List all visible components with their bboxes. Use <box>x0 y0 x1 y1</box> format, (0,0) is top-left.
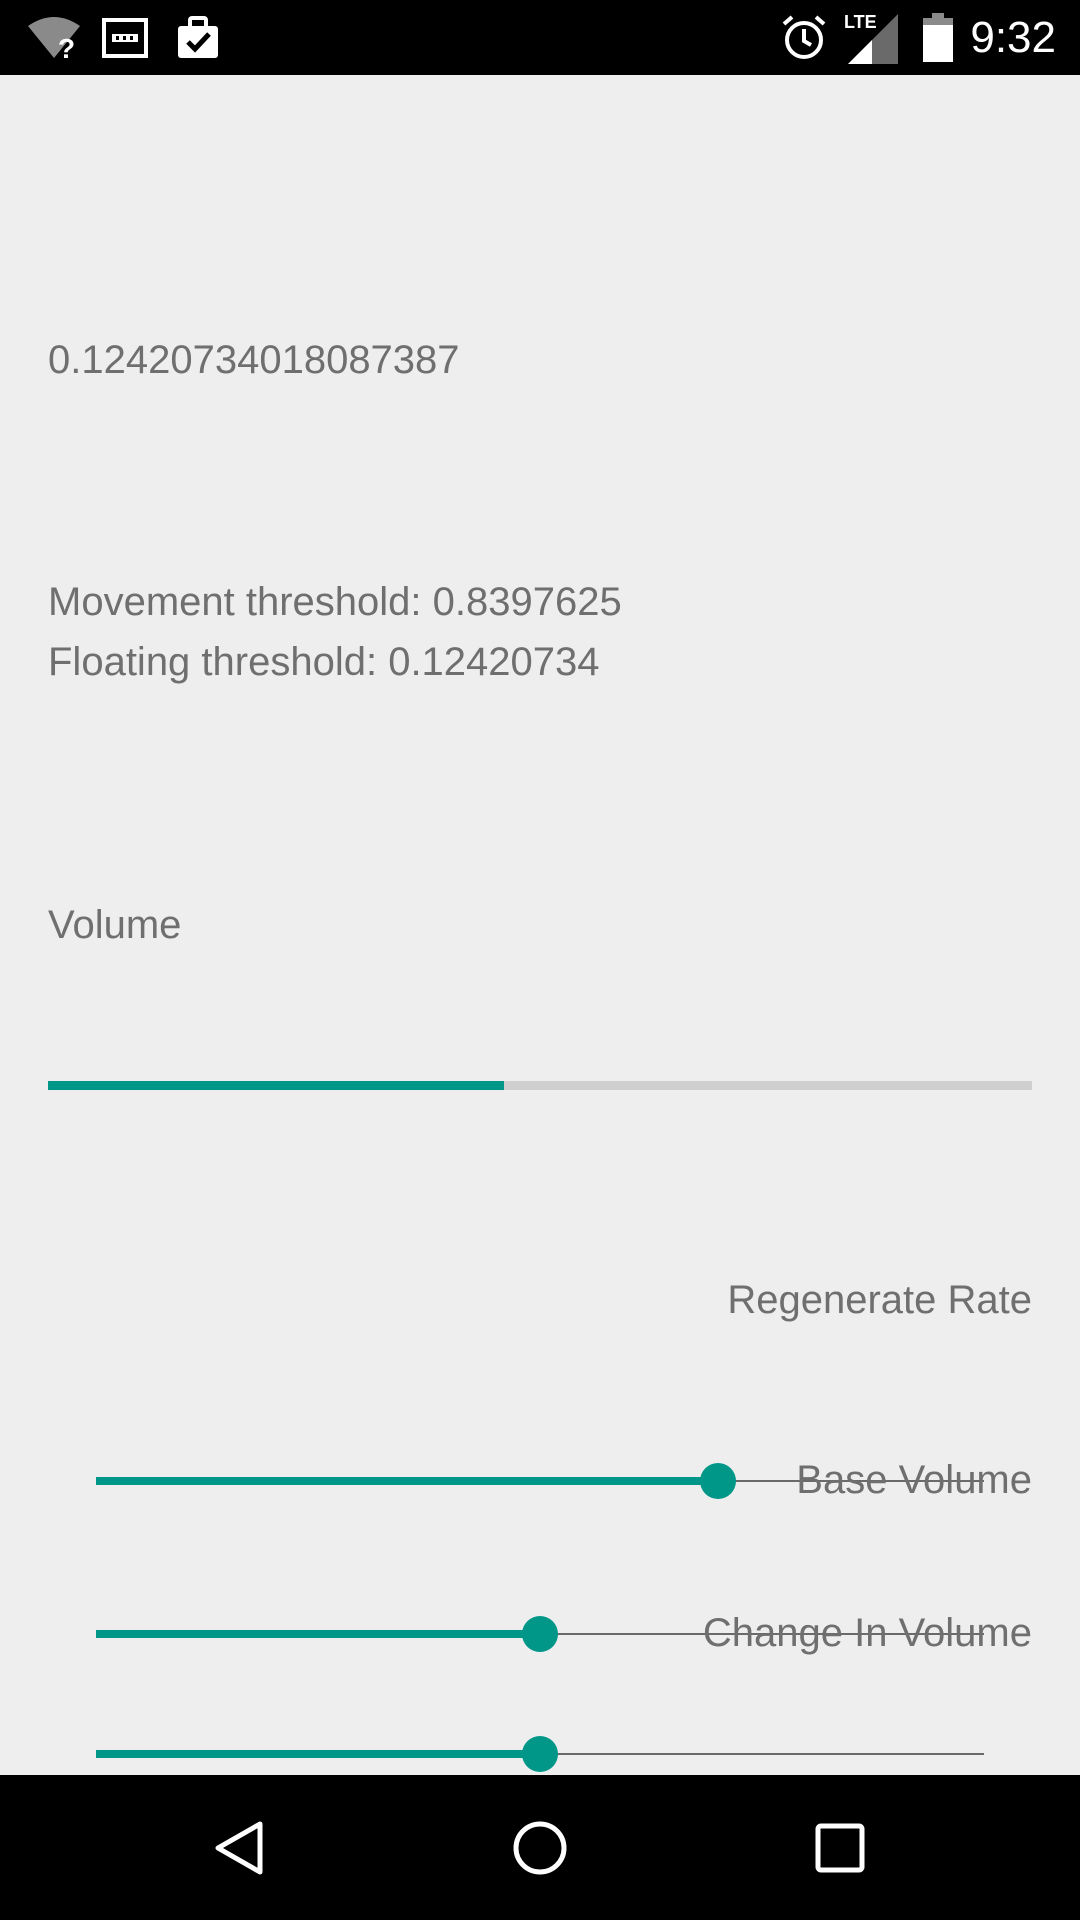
recents-button[interactable] <box>770 1775 910 1920</box>
battery-icon <box>918 0 958 75</box>
recents-icon <box>815 1823 865 1872</box>
volume-progress-fill <box>48 1081 504 1090</box>
volume-label: Volume <box>48 903 182 947</box>
slider-fill <box>96 1477 718 1485</box>
clipboard-check-icon <box>173 0 223 75</box>
svg-text:?: ? <box>58 33 75 62</box>
base-volume-label: Base Volume <box>796 1458 1032 1502</box>
home-icon <box>513 1821 567 1874</box>
movement-threshold-text: Movement threshold: 0.8397625 <box>48 580 622 624</box>
change-in-volume-slider[interactable] <box>96 1734 984 1774</box>
status-bar: ? LTE 9:32 <box>0 0 1080 75</box>
back-icon <box>215 1821 263 1874</box>
navigation-bar <box>0 1775 1080 1920</box>
volume-progress-bar <box>48 1081 1032 1090</box>
back-button[interactable] <box>170 1775 310 1920</box>
alarm-icon <box>778 0 830 75</box>
random-value-text: 0.12420734018087387 <box>48 338 460 382</box>
slider-fill <box>96 1750 540 1758</box>
slider-fill <box>96 1630 540 1638</box>
slider-thumb[interactable] <box>699 1463 736 1499</box>
wifi-unknown-icon: ? <box>24 0 84 75</box>
home-button[interactable] <box>470 1775 610 1920</box>
regenerate-rate-label: Regenerate Rate <box>727 1278 1032 1322</box>
slider-thumb[interactable] <box>522 1736 558 1772</box>
sim-card-icon <box>100 0 150 75</box>
slider-thumb[interactable] <box>522 1616 558 1652</box>
main-content: 0.12420734018087387 Movement threshold: … <box>0 75 1080 1775</box>
cell-signal-icon: LTE <box>842 0 900 75</box>
network-type-label: LTE <box>844 12 877 32</box>
floating-threshold-text: Floating threshold: 0.12420734 <box>48 640 600 684</box>
status-time: 9:32 <box>970 13 1056 62</box>
change-in-volume-label: Change In Volume <box>702 1611 1032 1655</box>
